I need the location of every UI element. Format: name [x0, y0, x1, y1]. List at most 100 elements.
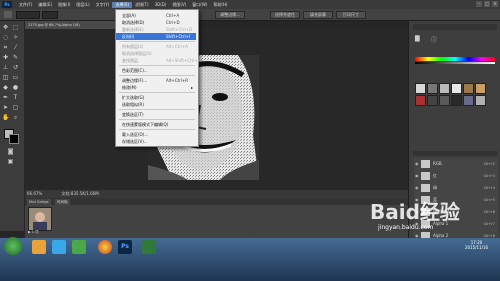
menu-layer[interactable]: 图层(L)	[73, 2, 92, 8]
style-swatch[interactable]	[463, 95, 474, 106]
menu-view[interactable]: 视图(V)	[169, 2, 189, 8]
menu-item-label: 重新选择(E)	[122, 27, 144, 32]
taskbar-app-icon[interactable]	[52, 240, 66, 254]
magic-wand-icon[interactable]: ✧	[12, 34, 19, 41]
taskbar-app-icon[interactable]	[142, 240, 156, 254]
minimize-button[interactable]: –	[476, 1, 482, 7]
options-bar: 调整边缘... 选择并遮住 填充屏幕 打印尺寸	[0, 9, 500, 21]
brush-tool-icon[interactable]: ✎	[12, 54, 19, 61]
eye-icon[interactable]: ◉	[415, 161, 419, 166]
healing-brush-icon[interactable]: ✚	[2, 54, 9, 61]
style-swatch[interactable]	[415, 95, 426, 106]
menu-item-shortcut: Alt+Shift+Ctrl+F	[166, 58, 200, 63]
menu-edit[interactable]: 编辑(E)	[35, 2, 55, 8]
menu-item[interactable]: 变换选区(T)	[116, 111, 196, 118]
menu-item[interactable]: 调整边缘(F)... Alt+Ctrl+R	[116, 77, 196, 84]
style-swatch[interactable]	[427, 83, 438, 94]
background-color-swatch[interactable]	[9, 134, 19, 144]
maximize-button[interactable]: ▢	[484, 1, 490, 7]
menu-separator	[119, 75, 195, 76]
path-select-icon[interactable]: ➤	[2, 104, 9, 111]
menu-image[interactable]: 图像(I)	[55, 2, 73, 8]
menu-item[interactable]: 载入选区(O)...	[116, 131, 196, 138]
style-swatch[interactable]	[451, 83, 462, 94]
menu-item[interactable]: 存储选区(V)...	[116, 138, 196, 145]
grayscale-ramp[interactable]	[415, 62, 495, 64]
marquee-tool-icon[interactable]: ⬚	[12, 24, 19, 31]
menu-item-label: 调整边缘(F)...	[122, 78, 148, 83]
print-size-button[interactable]: 打印尺寸	[336, 11, 366, 19]
info-icon[interactable]: ⓘ	[431, 35, 437, 44]
tab-mini-bridge[interactable]: Mini Bridge	[27, 199, 51, 205]
eyedropper-icon[interactable]: ⁄	[12, 44, 19, 51]
quick-mask-icon[interactable]: ◙	[7, 148, 14, 155]
menu-item[interactable]: 全部(A) Ctrl+A	[116, 12, 196, 19]
photoshop-taskbar-icon[interactable]: Ps	[118, 240, 132, 254]
menu-item[interactable]: 取消选择(D) Ctrl+D	[116, 19, 196, 26]
start-button[interactable]	[4, 237, 22, 255]
lasso-tool-icon[interactable]: ◌	[2, 34, 9, 41]
menu-item[interactable]: 所有图层(L) Alt+Ctrl+A	[116, 43, 196, 50]
menu-window[interactable]: 窗口(W)	[189, 2, 210, 8]
blur-tool-icon[interactable]: ◆	[2, 84, 9, 91]
menu-item[interactable]: 扩大选取(G)	[116, 94, 196, 101]
type-tool-icon[interactable]: T	[12, 94, 19, 101]
menu-item[interactable]: 反向(I) Shift+Ctrl+I	[116, 33, 196, 40]
histogram-icon[interactable]: ▇	[415, 35, 420, 42]
dodge-tool-icon[interactable]: ●	[12, 84, 19, 91]
style-swatch[interactable]	[475, 95, 486, 106]
style-swatch[interactable]	[439, 95, 450, 106]
shape-tool-icon[interactable]: ▢	[12, 104, 19, 111]
menu-item[interactable]: 取消选择图层(S)	[116, 50, 196, 57]
system-clock[interactable]: 17:20 2015/11/16	[465, 240, 488, 250]
feather-field[interactable]	[42, 11, 58, 19]
menu-item[interactable]: 重新选择(E) Shift+Ctrl+D	[116, 26, 196, 33]
menu-item[interactable]: 修改(M) ▸	[116, 84, 196, 91]
menu-separator	[119, 109, 195, 110]
style-swatch[interactable]	[463, 83, 474, 94]
eye-icon[interactable]: ◉	[415, 185, 419, 190]
menu-item[interactable]: 查找图层 Alt+Shift+Ctrl+F	[116, 57, 200, 64]
style-swatch[interactable]	[475, 83, 486, 94]
menu-item-label: 全部(A)	[122, 13, 136, 18]
pen-tool-icon[interactable]: ✒	[2, 94, 9, 101]
menu-item[interactable]: 色彩范围(C)...	[116, 67, 196, 74]
history-brush-icon[interactable]: ↺	[12, 64, 19, 71]
menu-item[interactable]: 选取相似(R)	[116, 101, 196, 108]
selection-mode-group[interactable]	[16, 11, 40, 19]
move-tool-icon[interactable]: ✥	[2, 24, 9, 31]
fill-screen-button[interactable]: 填充屏幕	[303, 11, 333, 19]
taskbar-app-icon[interactable]	[32, 240, 46, 254]
menu-3d[interactable]: 3D(D)	[152, 2, 170, 7]
menu-type[interactable]: 文字(Y)	[93, 2, 113, 8]
menu-help[interactable]: 帮助(H)	[210, 2, 230, 8]
screen-mode-icon[interactable]: ▣	[7, 158, 14, 165]
zoom-tool-icon[interactable]: ⌕	[12, 114, 19, 121]
menu-item[interactable]: 在快速蒙版模式下编辑(Q)	[116, 121, 196, 128]
style-swatch[interactable]	[439, 83, 450, 94]
thumbnail[interactable]	[28, 207, 52, 231]
menu-separator	[119, 41, 195, 42]
menu-bar: Ps 文件(F) 编辑(E) 图像(I) 图层(L) 文字(Y) 选择(S) 滤…	[0, 0, 500, 9]
style-swatch[interactable]	[427, 95, 438, 106]
menu-file[interactable]: 文件(F)	[16, 2, 35, 8]
style-swatch[interactable]	[415, 83, 426, 94]
menu-select[interactable]: 选择(S)	[112, 1, 132, 8]
eraser-icon[interactable]: ◫	[2, 74, 9, 81]
clone-stamp-icon[interactable]: ⊥	[2, 64, 9, 71]
hand-tool-icon[interactable]: ✋	[2, 114, 9, 121]
close-button[interactable]: ✕	[492, 1, 498, 7]
taskbar-app-icon[interactable]	[72, 240, 86, 254]
chrome-icon[interactable]	[98, 240, 112, 254]
tab-timeline[interactable]: 时间轴	[55, 199, 70, 205]
color-spectrum[interactable]	[415, 57, 495, 61]
select-and-mask-button[interactable]: 选择并遮住	[270, 11, 300, 19]
menu-filter[interactable]: 滤镜(T)	[132, 2, 152, 8]
zoom-level[interactable]: 66.67%	[27, 191, 42, 196]
style-swatch[interactable]	[451, 95, 462, 106]
crop-tool-icon[interactable]: ⌗	[2, 44, 9, 51]
marquee-tool-preset-icon[interactable]	[4, 11, 12, 18]
eye-icon[interactable]: ◉	[415, 173, 419, 178]
refine-edge-button[interactable]: 调整边缘...	[215, 11, 245, 19]
gradient-icon[interactable]: ▭	[12, 74, 19, 81]
